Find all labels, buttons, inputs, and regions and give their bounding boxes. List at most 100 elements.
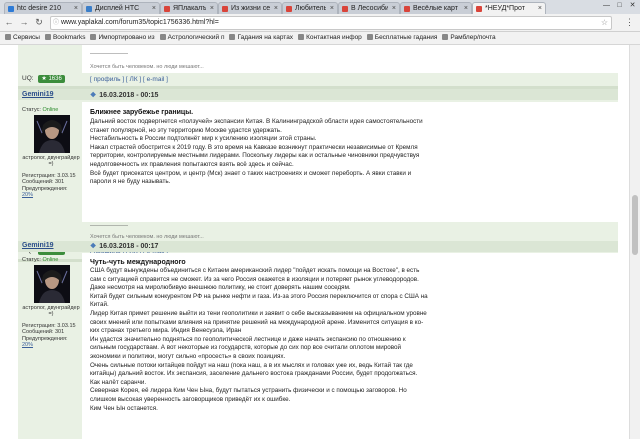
post-author-link[interactable]: Gemini19 xyxy=(22,91,54,98)
tab-favicon-icon xyxy=(222,6,228,12)
uq-badge[interactable]: ★ 1636 xyxy=(38,75,65,83)
bookmark-item[interactable]: Bookmarks xyxy=(44,32,85,44)
post-text: США будут вынуждены объединиться с Китае… xyxy=(90,267,510,413)
bookmark-item[interactable]: Импортировано из xyxy=(90,32,155,44)
bookmark-label: Бесплатные гадания xyxy=(374,34,438,41)
signature-area xyxy=(82,223,618,243)
author-caption: астролог, двунграйдер =) xyxy=(22,305,80,317)
bookmark-item[interactable]: Контактная инфор xyxy=(298,32,362,44)
tab-close-icon[interactable]: × xyxy=(330,3,334,14)
post-title: Ближнее зарубежье границы. xyxy=(90,109,194,116)
tab-favicon-icon xyxy=(8,6,14,12)
status-label: Статус: xyxy=(22,107,41,113)
warnings-value[interactable]: 20% xyxy=(22,192,33,198)
author-meta: Регистрация: 3.03.15 Сообщений: 301 Пред… xyxy=(22,323,80,348)
post-link-icon[interactable]: ❖ xyxy=(90,242,96,250)
post-text-line: слишком высокая уверенность заговорщиков… xyxy=(90,395,291,403)
address-bar[interactable]: ⓘ www.yaplakal.com/forum35/topic1756336.… xyxy=(50,16,612,30)
signature-divider: ------------------- xyxy=(90,223,128,229)
post-text-line: китайцы) дальний восток. Их экспансия, з… xyxy=(90,370,418,378)
reload-icon[interactable]: ↻ xyxy=(33,16,45,28)
bookmark-label: Рамблер/почта xyxy=(450,34,496,41)
bookmark-item[interactable]: Гадания на картах xyxy=(229,32,293,44)
uq-rating: UQ: ★ 1636 xyxy=(22,75,65,83)
tab-close-icon[interactable]: × xyxy=(392,3,396,14)
bookmark-label: Импортировано из xyxy=(98,34,155,41)
tab-bar: htc desire 210 × Дисплей HTC × ЯПлакалъ × Из ж… xyxy=(0,0,640,15)
warnings-label: Предупреждения: xyxy=(22,185,68,192)
post-text-line: пароли я не буду называть. xyxy=(90,178,171,186)
bookmark-item[interactable]: Рамблер/почта xyxy=(442,32,496,44)
bookmark-label: Астрологический п xyxy=(167,34,225,41)
bookmark-icon xyxy=(159,34,166,40)
bookmark-star-icon[interactable]: ☆ xyxy=(601,17,608,29)
tab-close-icon[interactable]: × xyxy=(210,3,214,14)
browser-menu-icon[interactable]: ⋮ xyxy=(625,16,634,28)
bookmark-icon xyxy=(366,34,373,40)
post-date-text: 16.03.2018 - 00:17 xyxy=(99,243,159,250)
author-panel: Статус: Online астролог, двунграйдер =) … xyxy=(22,257,80,357)
post-text-line: Китай будет сильным конкурентом РФ на ры… xyxy=(90,292,428,300)
tab-label: Весёлые карт xyxy=(413,5,458,12)
tab-favicon-icon xyxy=(342,6,348,12)
post-text-line: Китай. xyxy=(90,301,109,309)
thumb-icon: ★ xyxy=(41,76,47,82)
author-caption: астролог, двунграйдер =) xyxy=(22,155,80,167)
window-controls: — □ ✕ xyxy=(600,0,640,14)
warnings-value[interactable]: 20% xyxy=(22,342,33,348)
author-meta: Регистрация: 3.03.15 Сообщений: 301 Пред… xyxy=(22,173,80,198)
page-scrollbar[interactable] xyxy=(629,45,640,439)
post-title: Чуть-чуть международного xyxy=(90,259,186,266)
bookmark-item[interactable]: Сервисы xyxy=(5,32,40,44)
bookmark-item[interactable]: Бесплатные гадания xyxy=(366,32,438,44)
tab-label: В Лесосибир xyxy=(351,5,388,12)
profile-actions-links[interactable]: [ профиль ] [ ЛК ] [ e-mail ] xyxy=(90,76,168,83)
post-text: Дальний восток подвергнется «ползучей» э… xyxy=(90,118,510,187)
apps-icon xyxy=(5,34,11,40)
post-text-line: Ким Чен Ын останется. xyxy=(90,404,158,412)
status-label: Статус: xyxy=(22,257,41,263)
post-author-link[interactable]: Gemini19 xyxy=(22,242,54,249)
forward-icon[interactable]: → xyxy=(18,16,30,28)
post-text-line: Нестабильность в России подтолкнёт мир к… xyxy=(90,135,317,143)
status-value: Online xyxy=(42,257,59,263)
tab-label: Из жизни серо xyxy=(231,5,270,12)
bookmark-icon xyxy=(90,34,97,40)
scrollbar-thumb[interactable] xyxy=(632,195,638,255)
tab-close-icon[interactable]: × xyxy=(74,3,78,14)
post-text-line: ких странах третьего мира. Индия Венесуэ… xyxy=(90,327,242,335)
uq-label: UQ: xyxy=(22,75,34,82)
post-date-text: 16.03.2018 - 00:15 xyxy=(99,92,159,99)
post-text-line: Очень сильные потоки китайцев пойдут на … xyxy=(90,361,413,369)
author-warnings: Предупреждения: 20% xyxy=(22,186,80,199)
bookmark-label: Сервисы xyxy=(13,34,40,41)
post-text-line: экономики и политики, могут сильно «прос… xyxy=(90,352,286,360)
post-text-line: Лидер Китая примет решение выйти из тени… xyxy=(90,309,427,317)
post-text-line: США будут вынуждены объединиться с Китае… xyxy=(90,267,420,274)
profile-actions[interactable]: [ профиль ] [ ЛК ] [ e-mail ] xyxy=(90,76,168,83)
tab-label: Дисплей HTC xyxy=(95,5,140,12)
avatar xyxy=(34,115,70,153)
tab-favicon-icon xyxy=(286,6,292,12)
avatar xyxy=(34,265,70,303)
tab-close-icon[interactable]: × xyxy=(464,3,468,14)
tab-label: ЯПлакалъ xyxy=(173,5,206,12)
bookmark-item[interactable]: Астрологический п xyxy=(159,32,225,44)
tab-close-icon[interactable]: × xyxy=(152,3,156,14)
status-value: Online xyxy=(42,107,59,113)
maximize-icon[interactable]: □ xyxy=(613,0,626,12)
tab-close-icon[interactable]: × xyxy=(274,3,278,14)
back-icon[interactable]: ← xyxy=(3,16,15,28)
page-info-icon[interactable]: ⓘ xyxy=(53,17,59,29)
post-link-icon[interactable]: ❖ xyxy=(90,91,96,99)
signature-text: Хочется быть человеком. но люди мешают..… xyxy=(90,64,204,70)
minimize-icon[interactable]: — xyxy=(600,0,613,12)
author-status: Статус: Online xyxy=(22,257,58,263)
bookmark-icon xyxy=(44,34,51,40)
close-window-icon[interactable]: ✕ xyxy=(626,0,639,12)
tab-label: htc desire 210 xyxy=(17,5,61,12)
tab-close-icon[interactable]: × xyxy=(538,3,542,14)
tab-label: *НЕУД*Прот xyxy=(485,5,525,12)
warnings-label: Предупреждения: xyxy=(22,335,68,342)
post-text-line: территории, контролируемые местными лиде… xyxy=(90,152,420,160)
